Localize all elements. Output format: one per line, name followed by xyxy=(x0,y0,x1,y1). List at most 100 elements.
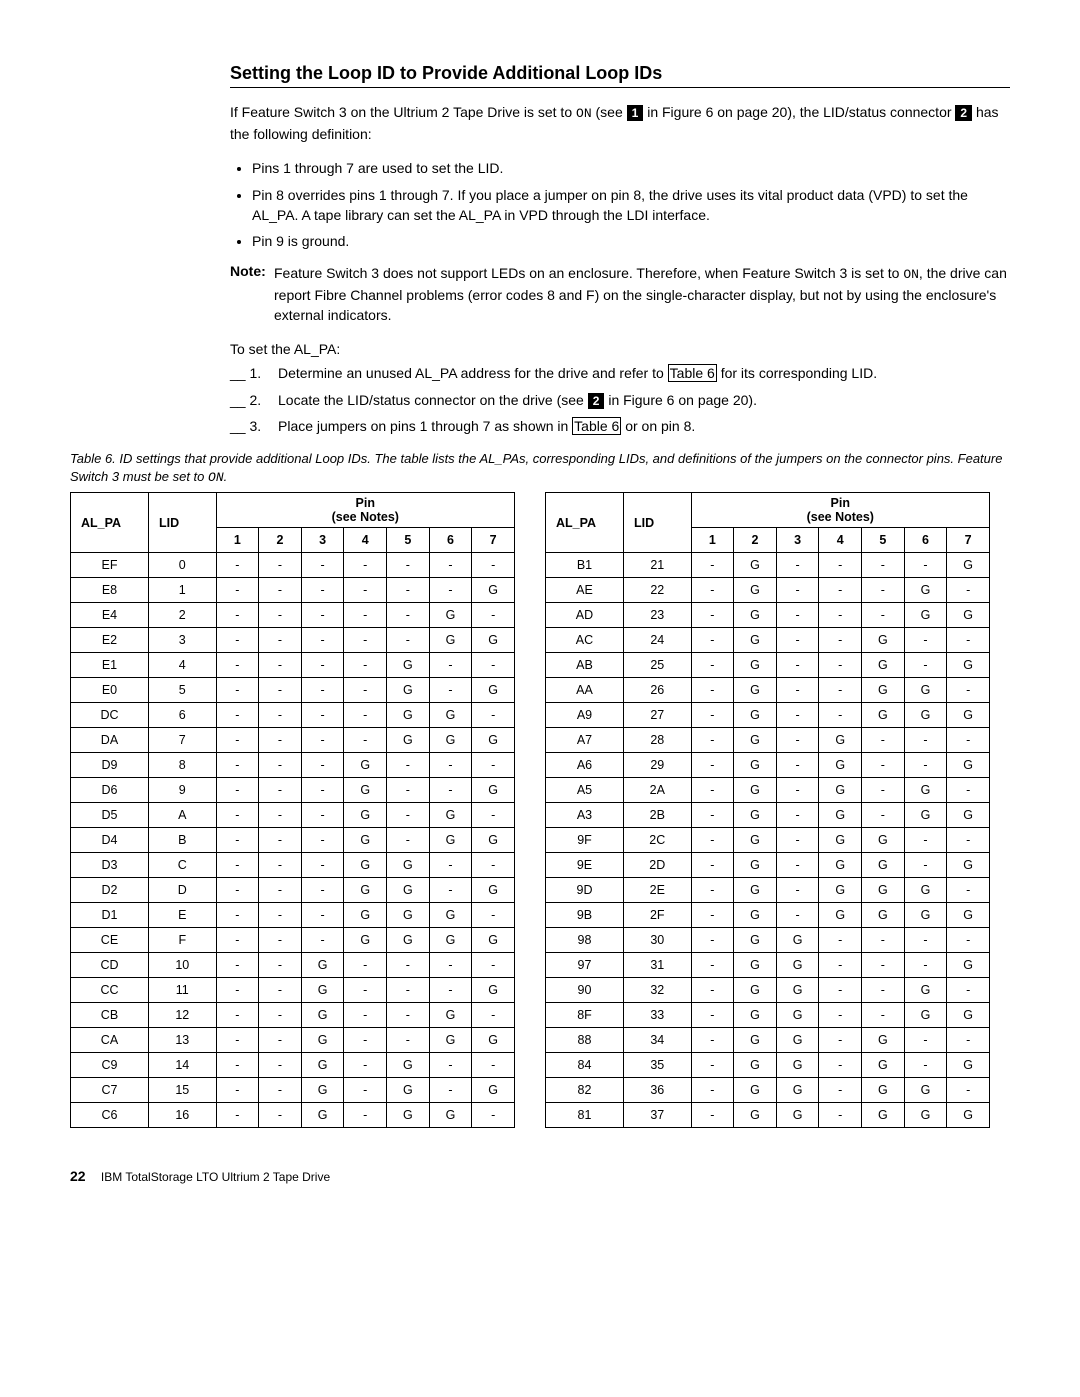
cell-pin: G xyxy=(429,903,472,928)
table-row: 84 35 -GG-G-G xyxy=(546,1053,990,1078)
cell-pin: - xyxy=(216,878,259,903)
cell-pin: - xyxy=(776,553,819,578)
cell-pin: - xyxy=(216,1053,259,1078)
cell-lid: 13 xyxy=(148,1028,216,1053)
note-a: Feature Switch 3 does not support LEDs o… xyxy=(274,265,903,281)
cell-alpa: AE xyxy=(546,578,624,603)
cell-pin: G xyxy=(776,1053,819,1078)
cell-alpa: D6 xyxy=(71,778,149,803)
cell-pin: G xyxy=(472,728,515,753)
cell-pin: - xyxy=(691,1078,734,1103)
cell-pin: - xyxy=(819,703,862,728)
cell-lid: 12 xyxy=(148,1003,216,1028)
cell-pin: - xyxy=(472,853,515,878)
table-row: CB 12 --G--G- xyxy=(71,1003,515,1028)
cell-pin: - xyxy=(301,803,344,828)
table-row: AD 23 -G---GG xyxy=(546,603,990,628)
cell-pin: G xyxy=(819,778,862,803)
cell-pin: G xyxy=(819,853,862,878)
cell-pin: G xyxy=(904,903,947,928)
cell-pin: - xyxy=(259,828,302,853)
cell-pin: G xyxy=(776,1078,819,1103)
footer-text: IBM TotalStorage LTO Ultrium 2 Tape Driv… xyxy=(101,1170,330,1184)
cell-pin: - xyxy=(301,903,344,928)
cell-pin: - xyxy=(691,878,734,903)
cell-pin: - xyxy=(691,603,734,628)
hdr-pin-3: 3 xyxy=(776,528,819,553)
cell-pin: - xyxy=(216,1003,259,1028)
note-label: Note: xyxy=(230,263,266,279)
cell-pin: - xyxy=(259,928,302,953)
table-row: 9D 2E -G-GGG- xyxy=(546,878,990,903)
hdr-pin-5: 5 xyxy=(862,528,905,553)
cell-pin: - xyxy=(301,578,344,603)
cell-pin: - xyxy=(819,678,862,703)
cell-pin: - xyxy=(904,928,947,953)
cell-pin: G xyxy=(862,1053,905,1078)
cell-alpa: D3 xyxy=(71,853,149,878)
cell-alpa: 82 xyxy=(546,1078,624,1103)
cell-alpa: E1 xyxy=(71,653,149,678)
hdr-pin-7: 7 xyxy=(947,528,990,553)
cell-pin: - xyxy=(904,953,947,978)
cell-lid: B xyxy=(148,828,216,853)
cell-alpa: 98 xyxy=(546,928,624,953)
cell-alpa: D1 xyxy=(71,903,149,928)
table-xref[interactable]: Table 6 xyxy=(572,417,621,435)
cell-pin: - xyxy=(301,703,344,728)
cell-lid: 2B xyxy=(623,803,691,828)
table-row: D9 8 ---G--- xyxy=(71,753,515,778)
hdr-pin: Pin(see Notes) xyxy=(691,493,989,528)
cell-pin: - xyxy=(259,778,302,803)
cell-pin: - xyxy=(904,628,947,653)
cell-pin: G xyxy=(862,1028,905,1053)
cell-pin: - xyxy=(387,1003,430,1028)
cell-pin: G xyxy=(734,603,777,628)
cell-pin: G xyxy=(734,628,777,653)
cell-pin: - xyxy=(691,803,734,828)
cell-pin: - xyxy=(344,578,387,603)
cell-pin: G xyxy=(734,703,777,728)
cell-pin: - xyxy=(344,1103,387,1128)
cell-pin: G xyxy=(472,978,515,1003)
cell-lid: 37 xyxy=(623,1103,691,1128)
cell-pin: G xyxy=(734,928,777,953)
cell-lid: 2E xyxy=(623,878,691,903)
cell-alpa: CC xyxy=(71,978,149,1003)
cell-pin: - xyxy=(259,1078,302,1103)
cell-pin: - xyxy=(429,578,472,603)
cell-pin: G xyxy=(429,828,472,853)
step-number: __ 3. xyxy=(230,416,261,436)
cell-pin: G xyxy=(904,603,947,628)
cell-lid: 2D xyxy=(623,853,691,878)
table-row: AC 24 -G--G-- xyxy=(546,628,990,653)
cell-pin: - xyxy=(429,778,472,803)
cell-pin: - xyxy=(259,803,302,828)
cell-pin: G xyxy=(472,1028,515,1053)
table-row: A3 2B -G-G-GG xyxy=(546,803,990,828)
cell-pin: G xyxy=(947,653,990,678)
cell-pin: G xyxy=(344,803,387,828)
cell-pin: - xyxy=(216,903,259,928)
cell-pin: - xyxy=(216,1078,259,1103)
cell-pin: - xyxy=(259,1028,302,1053)
cell-alpa: CE xyxy=(71,928,149,953)
cell-pin: - xyxy=(862,1003,905,1028)
cell-pin: - xyxy=(776,803,819,828)
cell-pin: G xyxy=(904,678,947,703)
cell-pin: G xyxy=(734,1078,777,1103)
cell-pin: G xyxy=(776,928,819,953)
cell-pin: - xyxy=(216,703,259,728)
cell-pin: G xyxy=(819,878,862,903)
cell-lid: 14 xyxy=(148,1053,216,1078)
cell-pin: - xyxy=(776,778,819,803)
cell-pin: G xyxy=(429,928,472,953)
cell-pin: - xyxy=(862,753,905,778)
table-xref[interactable]: Table 6 xyxy=(668,364,717,382)
cell-alpa: AA xyxy=(546,678,624,703)
cell-alpa: E4 xyxy=(71,603,149,628)
cell-pin: - xyxy=(691,1028,734,1053)
cell-pin: G xyxy=(301,953,344,978)
cell-pin: - xyxy=(472,603,515,628)
cell-pin: - xyxy=(862,928,905,953)
